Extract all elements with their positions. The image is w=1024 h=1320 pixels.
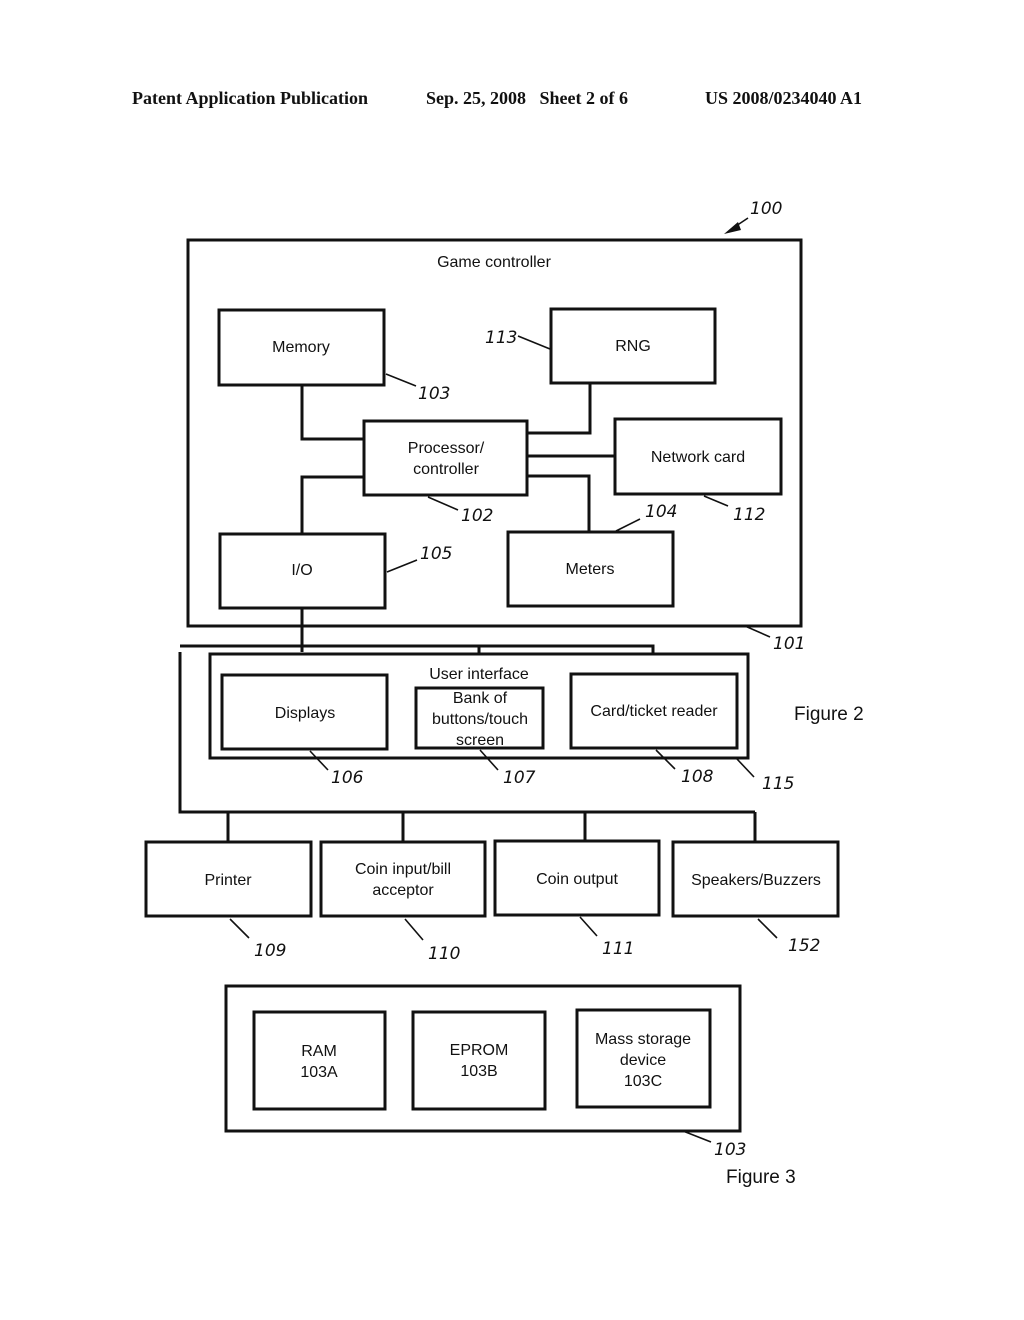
ref-101: 101 — [773, 634, 805, 654]
processor-label-line1: Processor/ — [408, 440, 485, 457]
buttons-label-line3: screen — [456, 732, 504, 749]
figure-2-caption: Figure 2 — [794, 704, 864, 725]
coin-output-label: Coin output — [536, 871, 618, 888]
memory-label: Memory — [272, 339, 330, 356]
ref-109: 109 — [254, 941, 286, 961]
coin-input-label-line1: Coin input/bill — [355, 861, 451, 878]
eprom-label: EPROM — [450, 1042, 509, 1059]
arrow-icon — [724, 222, 741, 234]
ref-152: 152 — [788, 936, 820, 956]
processor-label-line2: controller — [413, 461, 479, 478]
ref-102: 102 — [461, 506, 493, 526]
ref-103-figure3: 103 — [714, 1140, 746, 1160]
eprom-box — [411, 1010, 547, 1111]
figure-2-3-diagram: 100 Game controller 101 Memory 103 RNG 1… — [144, 199, 864, 1188]
system-ref-100: 100 — [724, 199, 782, 234]
buttons-label-line1: Bank of — [453, 690, 508, 707]
processor-box — [362, 419, 529, 497]
ram-ref-label: 103A — [300, 1064, 338, 1081]
ref-113: 113 — [485, 328, 517, 348]
figure-3-caption: Figure 3 — [726, 1167, 796, 1188]
displays-label: Displays — [275, 705, 335, 722]
ref-112: 112 — [733, 505, 765, 525]
meters-label: Meters — [566, 561, 615, 578]
ref-104: 104 — [645, 502, 677, 522]
io-label: I/O — [291, 562, 312, 579]
user-interface-label: User interface — [429, 666, 529, 683]
eprom-ref-label: 103B — [460, 1063, 497, 1080]
mass-storage-ref-label: 103C — [624, 1073, 662, 1090]
buttons-label-line2: buttons/touch — [432, 711, 528, 728]
ram-box — [252, 1010, 387, 1111]
ref-106: 106 — [331, 768, 364, 788]
ref-115: 115 — [762, 774, 794, 794]
game-controller-label: Game controller — [437, 254, 551, 271]
mass-storage-label-line2: device — [620, 1052, 666, 1069]
ref-103: 103 — [418, 384, 450, 404]
ref-105: 105 — [420, 544, 452, 564]
rng-label: RNG — [615, 338, 651, 355]
ref-110: 110 — [428, 944, 460, 964]
ref-100: 100 — [750, 199, 782, 219]
mass-storage-label-line1: Mass storage — [595, 1031, 691, 1048]
coin-input-label-line2: acceptor — [372, 882, 434, 899]
ref-108: 108 — [681, 767, 714, 787]
ref-107: 107 — [503, 768, 536, 788]
ref-111: 111 — [602, 939, 634, 959]
card-reader-label: Card/ticket reader — [590, 703, 718, 720]
ram-label: RAM — [301, 1043, 337, 1060]
printer-label: Printer — [204, 872, 252, 889]
speakers-label: Speakers/Buzzers — [691, 872, 821, 889]
coin-input-box — [319, 840, 487, 918]
network-card-label: Network card — [651, 449, 745, 466]
